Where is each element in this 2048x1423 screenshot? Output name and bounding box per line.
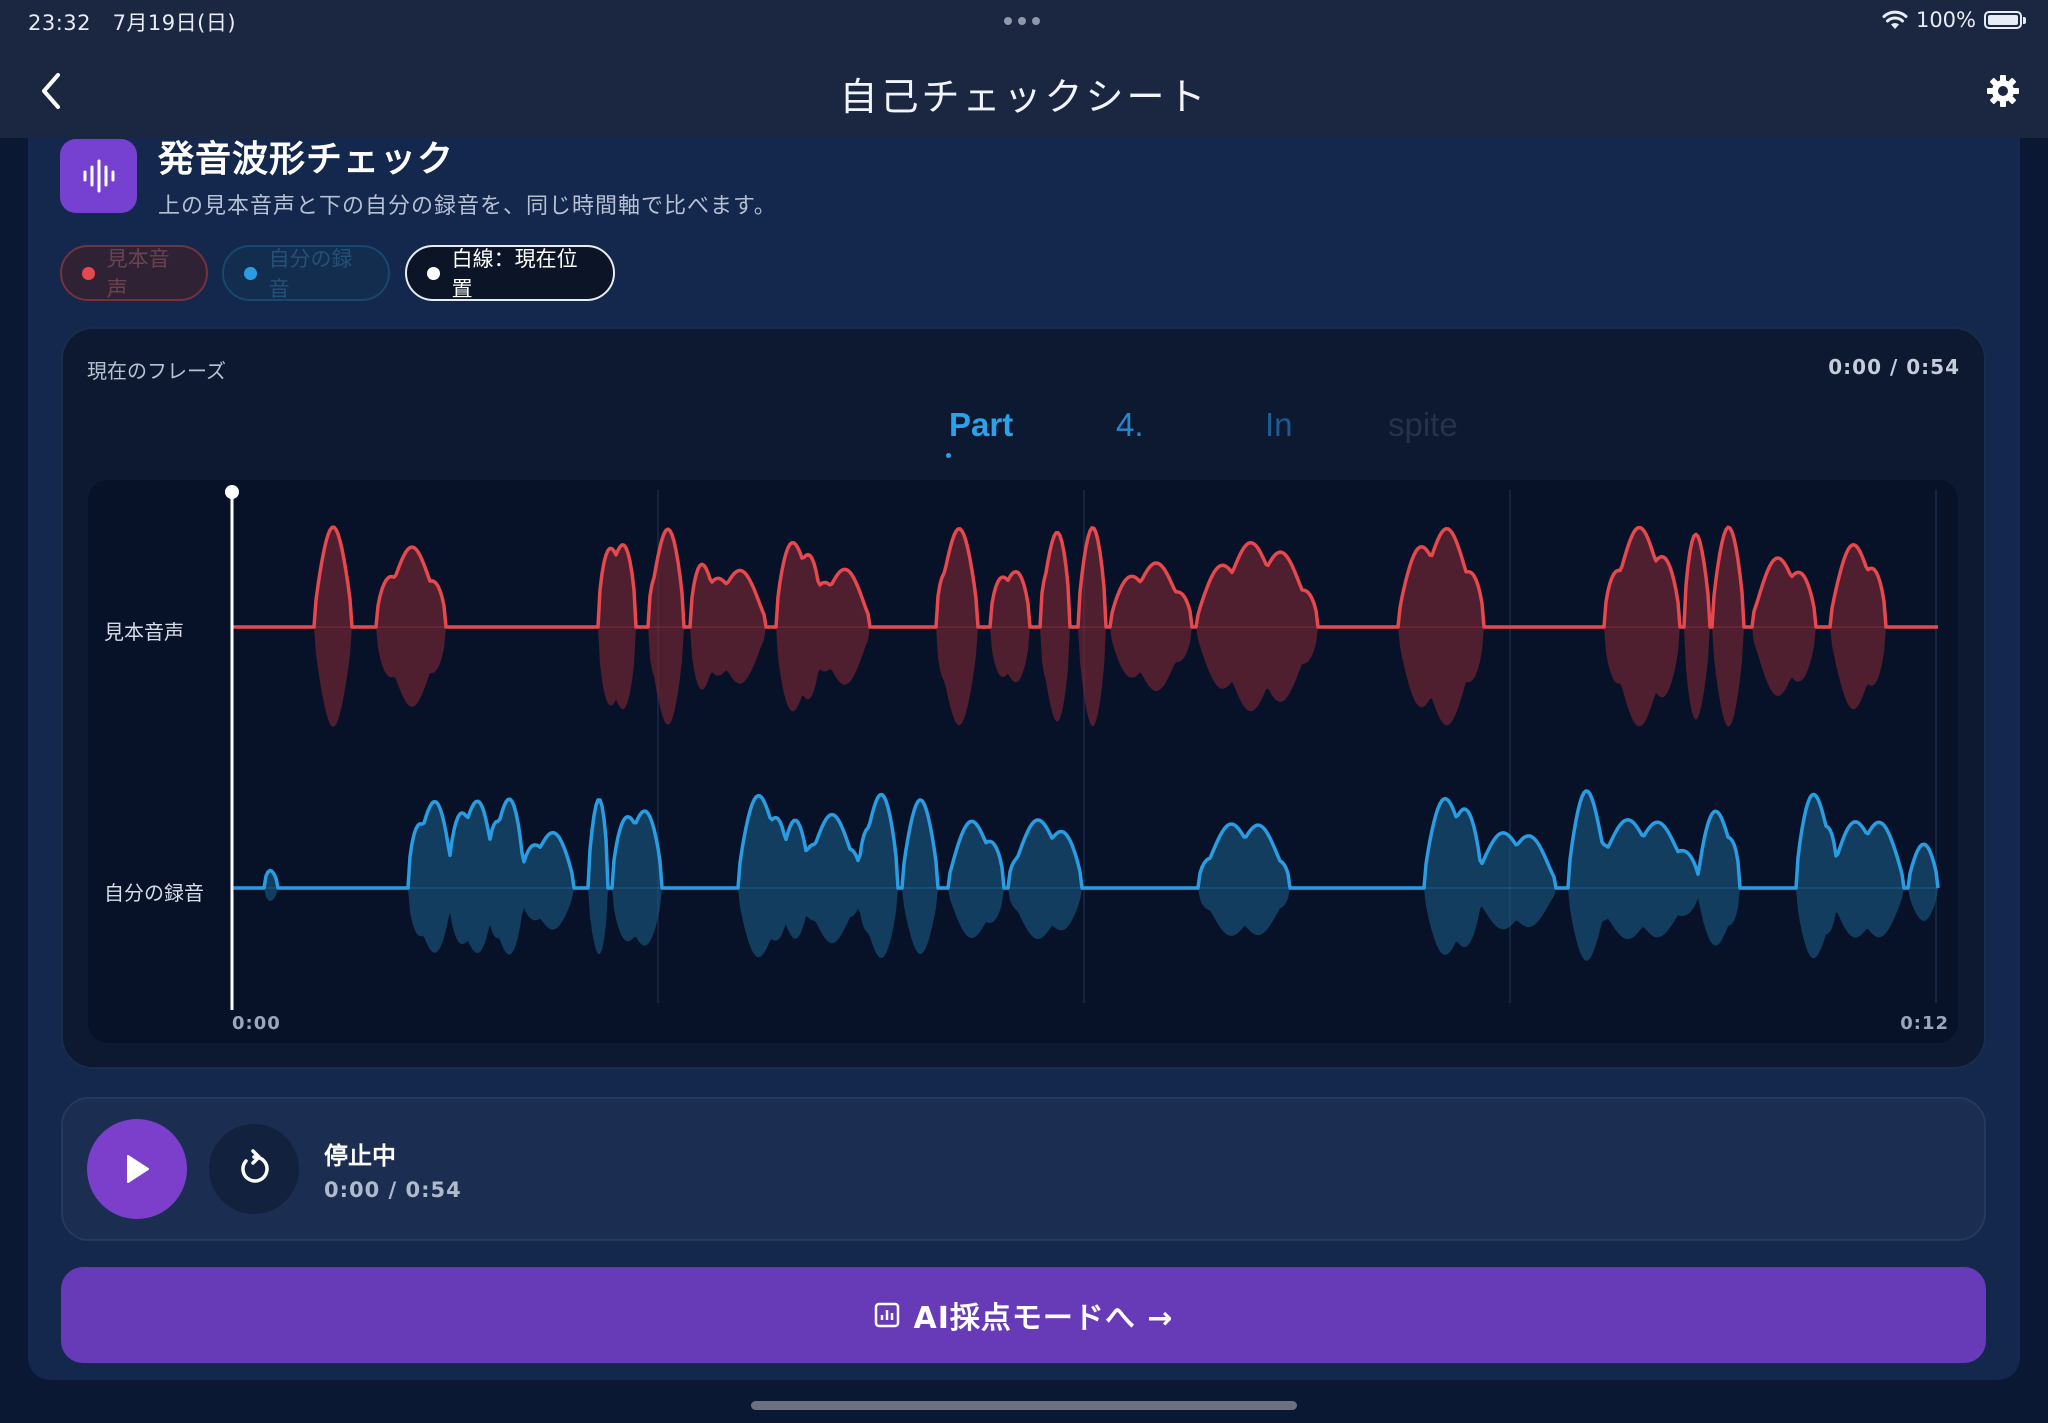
lane-label-reference: 見本音声	[104, 620, 184, 644]
time-end-label: 0:12	[1900, 1013, 1949, 1034]
replay-button[interactable]	[209, 1124, 299, 1214]
recording-wave-fill	[232, 790, 1938, 961]
playhead-handle[interactable]	[225, 485, 239, 499]
lane-label-recording: 自分の録音	[104, 881, 204, 905]
player-time: 0:00 / 0:54	[324, 1178, 462, 1202]
player-status: 停止中	[324, 1142, 396, 1170]
ai-scoring-button[interactable]: AI採点モードへ →	[61, 1267, 1986, 1363]
ai-button-label: AI採点モードへ →	[913, 1301, 1174, 1336]
home-indicator	[751, 1401, 1297, 1410]
play-button[interactable]	[87, 1119, 187, 1219]
replay-icon	[241, 1149, 269, 1183]
chart-icon	[874, 1302, 899, 1328]
time-start-label: 0:00	[232, 1013, 281, 1034]
play-icon	[127, 1155, 149, 1183]
